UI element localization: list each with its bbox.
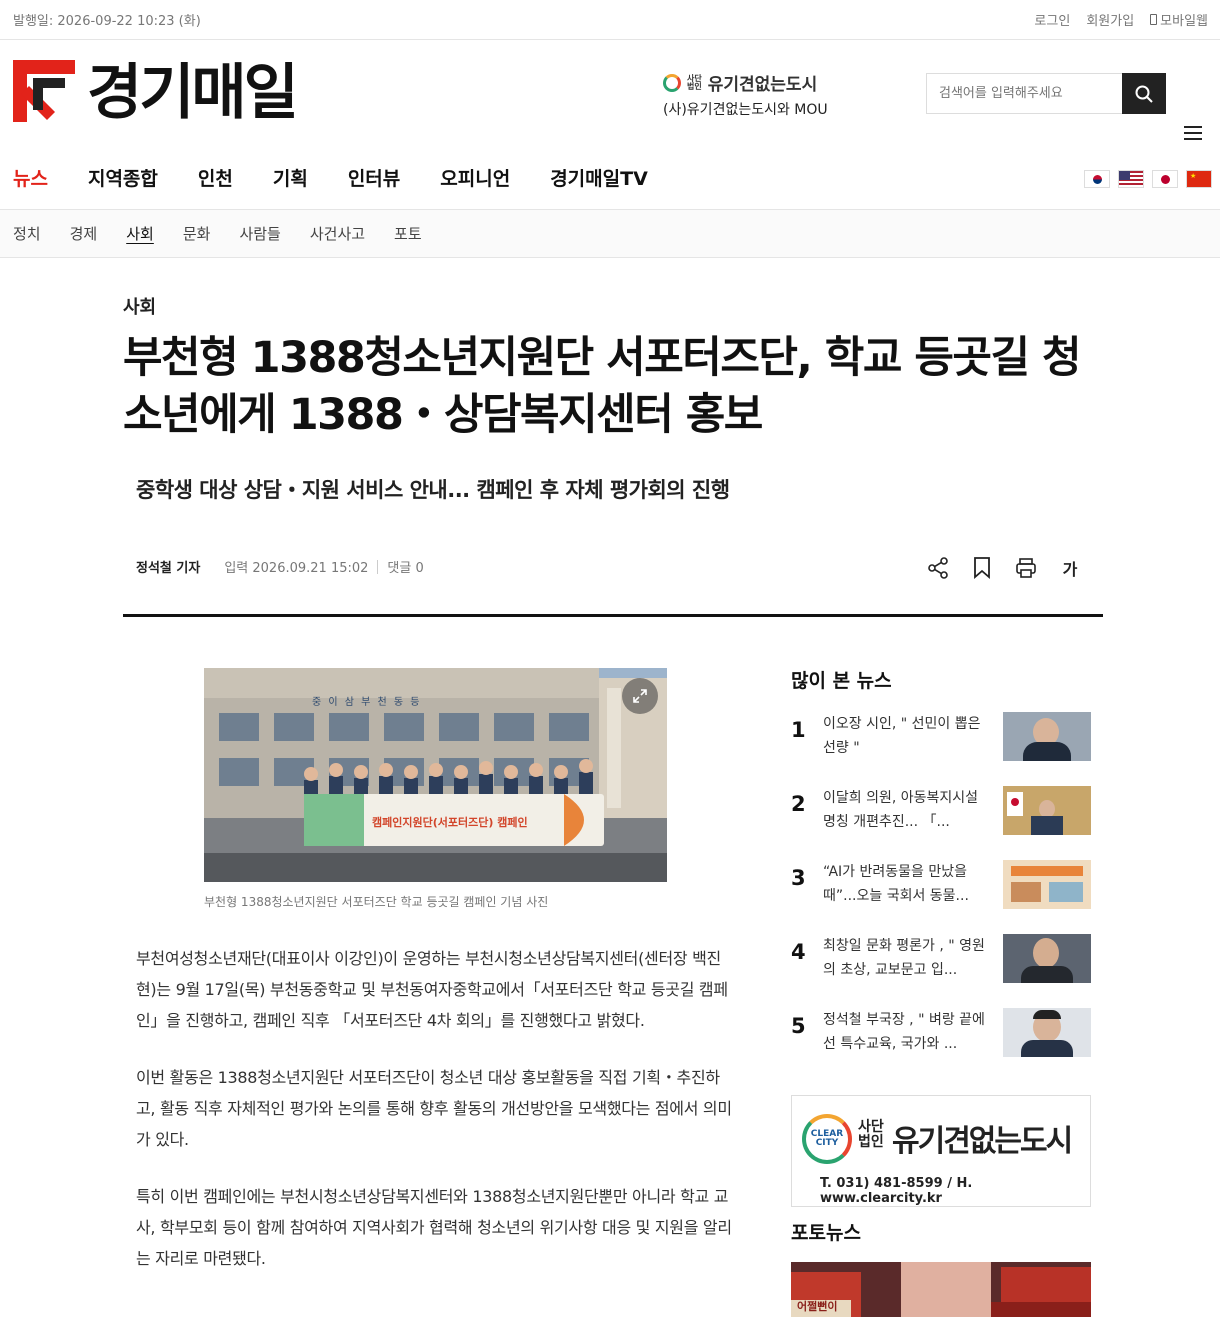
language-flags: ★ <box>1084 170 1212 188</box>
article-body: 부천여성청소년재단(대표이사 이강인)이 운영하는 부천시청소년상담복지센터(센… <box>136 943 734 1300</box>
sub-nav: 정치 경제 사회 문화 사람들 사건사고 포토 <box>0 210 1220 258</box>
banner-brand: 유기견없는도시 <box>892 1124 1073 1159</box>
clearcity-banner[interactable]: CLEAR CITY 사단 법인 유기견없는도시 T. 031) 481-859… <box>791 1095 1091 1207</box>
photo-news-title: 포토뉴스 <box>791 1222 861 1244</box>
share-icon[interactable] <box>926 556 950 580</box>
mobile-icon <box>1150 14 1158 25</box>
popular-thumbnail <box>1003 786 1091 835</box>
logo-text: 경기매일 <box>87 58 299 128</box>
banner-text: 캠페인지원단(서포터즈단) 캠페인 <box>372 816 528 829</box>
header-divider <box>123 614 1103 617</box>
subnav-society[interactable]: 사회 <box>126 223 154 244</box>
site-logo[interactable]: 경기매일 <box>13 58 299 128</box>
popular-item[interactable]: 5 정석철 부국장 , " 벼랑 끝에 선 특수교육, 국가와 ... <box>791 1008 1091 1082</box>
banner-contact: T. 031) 481-8599 / H. www.clearcity.kr <box>820 1176 973 1206</box>
site-header: 경기매일 사단 법인 유기견없는도시 (사)유기견없는도시와 MOU <box>0 40 1220 146</box>
search-button[interactable] <box>1122 73 1166 114</box>
popular-item[interactable]: 4 최창일 문화 평론가 , " 영원의 초상, 교보문고 입... <box>791 934 1091 1008</box>
subnav-economy[interactable]: 경제 <box>70 223 98 244</box>
clearcity-circle-icon <box>663 73 681 92</box>
mou-banner[interactable]: 사단 법인 유기견없는도시 (사)유기견없는도시와 MOU <box>663 70 828 119</box>
sidebar: 많이 본 뉴스 1 이오장 시인, " 선민이 뽑은 선량 " 2 이달희 의원… <box>791 666 1091 1082</box>
search-icon <box>1135 85 1153 103</box>
popular-rank: 3 <box>791 866 806 890</box>
body-paragraph-3: 특히 이번 캠페인에는 부천시청소년상담복지센터와 1388청소년지원단뿐만 아… <box>136 1187 732 1268</box>
usa-flag-icon[interactable] <box>1118 170 1144 188</box>
top-links: 로그인 회원가입 모바일웹 <box>1034 10 1208 29</box>
popular-thumbnail <box>1003 934 1091 983</box>
popular-rank: 2 <box>791 792 806 816</box>
popular-title: 이오장 시인, " 선민이 뽑은 선량 " <box>823 716 981 756</box>
popular-title: “AI가 반려동물을 만났을 때”...오늘 국회서 동물... <box>823 864 969 904</box>
popular-rank: 5 <box>791 1014 806 1038</box>
expand-icon[interactable] <box>622 678 658 714</box>
popular-title: 최창일 문화 평론가 , " 영원의 초상, 교보문고 입... <box>823 938 985 978</box>
article-photo[interactable]: 캠페인지원단(서포터즈단) 캠페인 중 이 삼 부 천 동 등 <box>204 668 667 882</box>
popular-news-title: 많이 본 뉴스 <box>791 670 892 692</box>
nav-interview[interactable]: 인터뷰 <box>348 164 400 191</box>
japan-flag-icon[interactable] <box>1152 170 1178 188</box>
mou-text: (사)유기견없는도시와 MOU <box>663 102 828 118</box>
comment-count[interactable]: 댓글 0 <box>387 557 423 576</box>
body-paragraph-1: 부천여성청소년재단(대표이사 이강인)이 운영하는 부천시청소년상담복지센터(센… <box>136 949 728 1030</box>
meta-divider <box>377 559 379 574</box>
article-meta: 정석철 기자 입력 2026.09.21 15:02 댓글 0 <box>136 557 424 576</box>
mobile-web-label: 모바일웹 <box>1160 14 1208 29</box>
nav-region[interactable]: 지역종합 <box>88 164 158 191</box>
signup-link[interactable]: 회원가입 <box>1086 10 1134 29</box>
subnav-incidents[interactable]: 사건사고 <box>310 223 365 244</box>
popular-item[interactable]: 2 이달희 의원, 아동복지시설 명칭 개편추진... 「... <box>791 786 1091 860</box>
reporter-name[interactable]: 정석철 기자 <box>136 557 200 576</box>
popular-thumbnail <box>1003 712 1091 761</box>
nav-opinion[interactable]: 오피니언 <box>440 164 510 191</box>
popular-rank: 4 <box>791 940 806 964</box>
banner-small-2: 법인 <box>858 1134 884 1150</box>
popular-title: 이달희 의원, 아동복지시설 명칭 개편추진... 「... <box>823 790 979 830</box>
popular-rank: 1 <box>791 718 806 742</box>
print-icon[interactable] <box>1014 556 1038 580</box>
search-input[interactable] <box>926 73 1122 114</box>
subnav-people[interactable]: 사람들 <box>239 223 280 244</box>
building-text: 중 이 삼 부 천 동 등 <box>312 697 422 708</box>
article-subhead: 중학생 대상 상담・지원 서비스 안내... 캠페인 후 자체 평가회의 진행 <box>136 478 730 502</box>
photo-news-text: 어쩔뻔이 <box>797 1300 838 1313</box>
main-nav: 뉴스 지역종합 인천 기획 인터뷰 오피니언 경기매일TV ★ <box>0 146 1220 210</box>
mou-brand: 유기견없는도시 <box>707 75 818 95</box>
publish-time: 입력 2026.09.21 15:02 <box>224 561 369 576</box>
publish-date: 발행일: 2026-09-22 10:23 (화) <box>13 14 201 29</box>
subnav-culture[interactable]: 문화 <box>183 223 211 244</box>
font-size-icon[interactable]: 가 <box>1058 556 1082 580</box>
banner-small-1: 사단 <box>858 1119 884 1135</box>
korea-flag-icon[interactable] <box>1084 170 1110 188</box>
bookmark-icon[interactable] <box>970 556 994 580</box>
popular-title: 정석철 부국장 , " 벼랑 끝에 선 특수교육, 국가와 ... <box>823 1012 985 1052</box>
subnav-photo[interactable]: 포토 <box>394 223 422 244</box>
menu-icon[interactable] <box>1184 126 1202 140</box>
top-bar: 발행일: 2026-09-22 10:23 (화) 로그인 회원가입 모바일웹 <box>0 0 1220 40</box>
popular-thumbnail <box>1003 1008 1091 1057</box>
nav-news[interactable]: 뉴스 <box>13 164 48 191</box>
popular-item[interactable]: 1 이오장 시인, " 선민이 뽑은 선량 " <box>791 712 1091 786</box>
clearcity-logo-text-2: CITY <box>815 1138 839 1148</box>
body-paragraph-2: 이번 활동은 1388청소년지원단 서포터즈단이 청소년 대상 홍보활동을 직접… <box>136 1068 732 1149</box>
subnav-politics[interactable]: 정치 <box>13 223 41 244</box>
photo-news-thumbnail[interactable]: 어쩔뻔이 <box>791 1262 1091 1317</box>
china-flag-icon[interactable]: ★ <box>1186 170 1212 188</box>
nav-feature[interactable]: 기획 <box>273 164 308 191</box>
popular-item[interactable]: 3 “AI가 반려동물을 만났을 때”...오늘 국회서 동물... <box>791 860 1091 934</box>
nav-incheon[interactable]: 인천 <box>198 164 233 191</box>
mou-small-2: 법인 <box>687 81 702 91</box>
search-box <box>926 73 1166 114</box>
photo-caption: 부천형 1388청소년지원단 서포터즈단 학교 등곳길 캠페인 기념 사진 <box>204 895 549 909</box>
logo-mark-icon <box>13 60 75 126</box>
login-link[interactable]: 로그인 <box>1034 10 1070 29</box>
mobile-web-link[interactable]: 모바일웹 <box>1150 10 1208 29</box>
article-tools: 가 <box>926 556 1082 580</box>
nav-tv[interactable]: 경기매일TV <box>550 164 648 191</box>
article-section: 사회 <box>123 297 157 318</box>
clearcity-logo-icon: CLEAR CITY <box>802 1114 852 1164</box>
popular-thumbnail <box>1003 860 1091 909</box>
article-headline: 부천형 1388청소년지원단 서포터즈단, 학교 등곳길 청소년에게 1388・… <box>123 333 1082 440</box>
